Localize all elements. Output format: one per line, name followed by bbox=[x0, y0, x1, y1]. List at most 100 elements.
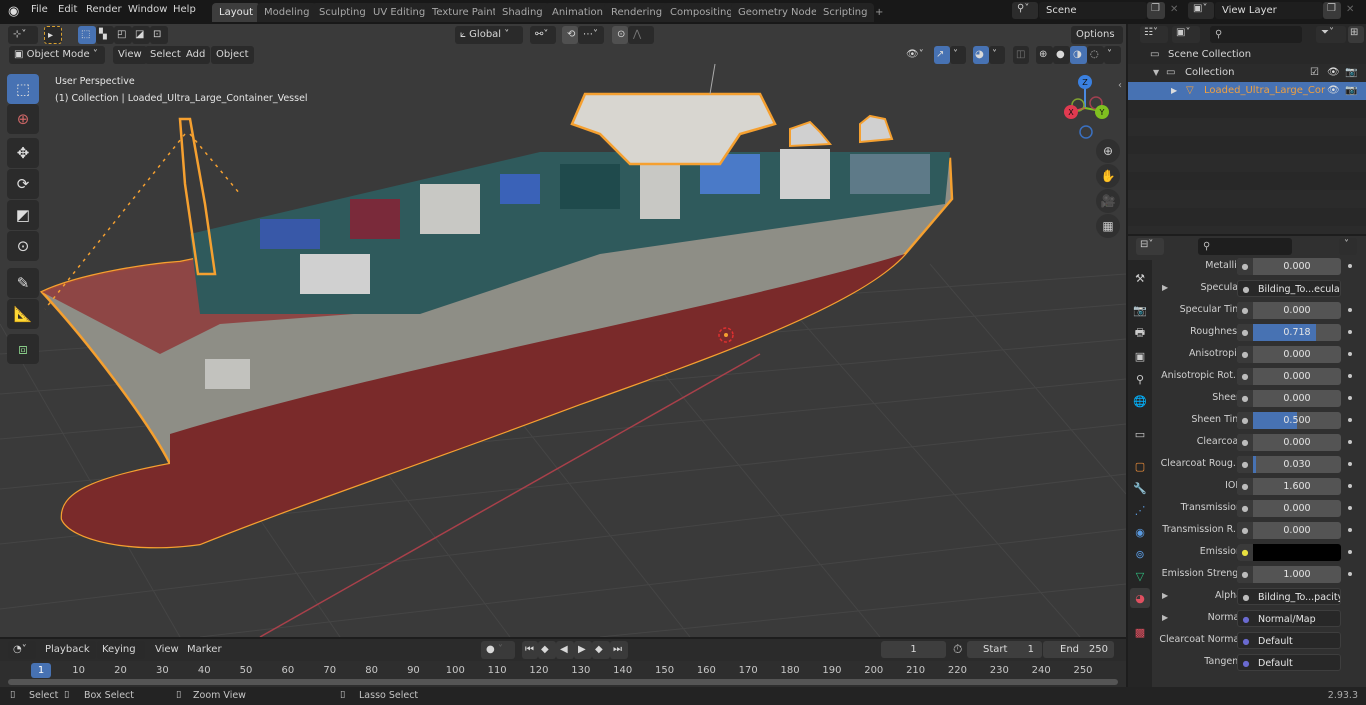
keyframe-dot-icon[interactable] bbox=[1348, 572, 1352, 576]
keyframe-dot-icon[interactable] bbox=[1348, 330, 1352, 334]
color-swatch[interactable]: ● bbox=[1237, 544, 1341, 561]
keyframe-dot-icon[interactable] bbox=[1348, 308, 1352, 312]
proportional-falloff-icon[interactable]: ⋀ bbox=[628, 26, 654, 44]
tab-scripting[interactable]: Scripting bbox=[816, 3, 875, 22]
keyframe-dot-icon[interactable] bbox=[1348, 484, 1352, 488]
shading-dropdown[interactable]: ˅ bbox=[1104, 46, 1121, 64]
tab-animation[interactable]: Animation bbox=[545, 3, 610, 22]
keyframe-dot-icon[interactable] bbox=[1348, 528, 1352, 532]
keyframe-dot-icon[interactable] bbox=[1348, 440, 1352, 444]
outliner-filter-view-icon[interactable]: ▣˅ bbox=[1172, 26, 1200, 43]
new-collection-icon[interactable]: ⊞ bbox=[1348, 26, 1364, 43]
proportional-edit-icon[interactable]: ⊙ bbox=[612, 26, 628, 44]
tool-measure[interactable]: 📐 bbox=[7, 299, 39, 329]
tab-object-icon[interactable]: ▢ bbox=[1130, 456, 1150, 476]
tab-rendering[interactable]: Rendering bbox=[604, 3, 670, 22]
value-slider[interactable]: ● 1.600 bbox=[1237, 478, 1341, 495]
keyframe-dot-icon[interactable] bbox=[1348, 396, 1352, 400]
stopwatch-icon[interactable]: ⏱ bbox=[953, 642, 962, 657]
editor-type-button[interactable]: ⊹˅ bbox=[8, 26, 38, 44]
play-icon[interactable]: ▶ bbox=[574, 641, 592, 659]
select-tool-icon[interactable]: ▸ bbox=[44, 26, 62, 44]
collapse-arrow-icon[interactable]: ▼ bbox=[1153, 64, 1159, 82]
overlay-toggle-icon[interactable]: ◕ bbox=[973, 46, 989, 64]
select-mode-subtract-icon[interactable]: ◰ bbox=[114, 26, 132, 44]
new-view-layer-icon[interactable]: ❐ bbox=[1323, 2, 1341, 19]
tool-add-cube[interactable]: ⧈ bbox=[7, 334, 39, 364]
exclude-checkbox[interactable]: ☑ bbox=[1310, 64, 1319, 82]
view-layer-selector-icon[interactable]: ▣˅ bbox=[1188, 2, 1214, 19]
start-frame-field[interactable]: Start 1 bbox=[967, 641, 1042, 658]
timeline-menu-marker[interactable]: Marker bbox=[182, 641, 227, 659]
value-slider[interactable]: ● 0.000 bbox=[1237, 302, 1341, 319]
menu-render[interactable]: Render bbox=[86, 4, 122, 15]
jump-to-next-keyframe-icon[interactable]: ◆ bbox=[592, 641, 610, 659]
end-frame-field[interactable]: End 250 bbox=[1043, 641, 1114, 658]
tab-material-icon[interactable]: ◕ bbox=[1130, 588, 1150, 608]
outliner-display-mode-icon[interactable]: ☷˅ bbox=[1140, 26, 1168, 43]
navigation-gizmo[interactable]: Z X Y bbox=[1055, 72, 1115, 142]
visibility-eye-icon[interactable]: 👁 bbox=[1327, 64, 1340, 82]
menu-edit[interactable]: Edit bbox=[58, 4, 77, 15]
menu-select[interactable]: Select bbox=[145, 46, 186, 64]
tab-texture-icon[interactable]: ▩ bbox=[1130, 622, 1150, 642]
expand-arrow-icon[interactable]: ▶ bbox=[1162, 591, 1168, 600]
gizmo-toggle-icon[interactable]: ↗ bbox=[934, 46, 950, 64]
timeline-menu-view[interactable]: View bbox=[150, 641, 184, 659]
value-slider[interactable]: ● 0.000 bbox=[1237, 434, 1341, 451]
tab-uv-editing[interactable]: UV Editing bbox=[366, 3, 433, 22]
overlay-dropdown[interactable]: ˅ bbox=[989, 46, 1005, 64]
render-camera-icon[interactable]: 📷 bbox=[1345, 64, 1357, 82]
expand-arrow-icon[interactable]: ▶ bbox=[1162, 283, 1168, 292]
scene-name-field[interactable]: Scene bbox=[1039, 2, 1147, 19]
keyframe-dot-icon[interactable] bbox=[1348, 374, 1352, 378]
tab-render-icon[interactable]: 📷 bbox=[1130, 300, 1150, 320]
gizmo-dropdown[interactable]: ˅ bbox=[950, 46, 966, 64]
value-slider[interactable]: ● 1.000 bbox=[1237, 566, 1341, 583]
object-visibility-eye-icon[interactable]: 👁 bbox=[1327, 82, 1340, 100]
expand-arrow-icon[interactable]: ▶ bbox=[1171, 82, 1177, 100]
tool-select-box[interactable]: ⬚ bbox=[7, 74, 39, 104]
shading-wireframe-icon[interactable]: ⊕ bbox=[1036, 46, 1053, 64]
new-scene-icon[interactable]: ❐ bbox=[1147, 2, 1165, 19]
value-slider[interactable]: ● 0.000 bbox=[1237, 390, 1341, 407]
tool-cursor[interactable]: ⊕ bbox=[7, 104, 39, 134]
properties-options-dropdown[interactable]: ˅ bbox=[1339, 238, 1357, 255]
select-mode-intersect-icon[interactable]: ⊡ bbox=[150, 26, 168, 44]
value-slider[interactable]: ● 0.030 bbox=[1237, 456, 1341, 473]
blender-logo-icon[interactable]: ◉ bbox=[8, 4, 19, 19]
mode-dropdown[interactable]: ▣ Object Mode ˅ bbox=[9, 46, 105, 64]
shading-solid-icon[interactable]: ● bbox=[1053, 46, 1070, 64]
3d-viewport[interactable]: ⊹˅ ▸ ⬚ ▚ ◰ ◪ ⊡ ⟀ Global ˅ ⚯˅ ⟲ ⋯˅ ⊙ ⋀ Op… bbox=[0, 24, 1126, 637]
timeline-scrollbar[interactable] bbox=[8, 679, 1118, 685]
tab-physics-icon[interactable]: ◉ bbox=[1130, 522, 1150, 542]
jump-to-prev-keyframe-icon[interactable]: ◆ bbox=[538, 641, 556, 659]
xray-toggle-icon[interactable]: ◫ bbox=[1013, 46, 1029, 64]
jump-to-end-icon[interactable]: ⏭ bbox=[610, 641, 628, 659]
tool-transform[interactable]: ⊙ bbox=[7, 231, 39, 261]
jump-to-start-icon[interactable]: ⏮ bbox=[522, 641, 538, 659]
tool-annotate[interactable]: ✎ bbox=[7, 268, 39, 298]
tab-texture-paint[interactable]: Texture Paint bbox=[425, 3, 504, 22]
value-slider[interactable]: ● 0.718 bbox=[1237, 324, 1341, 341]
linked-input[interactable]: ● Normal/Map bbox=[1237, 610, 1341, 627]
pan-view-button[interactable]: ✋ bbox=[1096, 164, 1120, 188]
sidebar-toggle-icon[interactable]: ‹ bbox=[1118, 80, 1122, 91]
menu-file[interactable]: File bbox=[31, 4, 48, 15]
tab-collection-icon[interactable]: ▭ bbox=[1130, 424, 1150, 444]
keying-dropdown[interactable]: Keying ˅ bbox=[97, 641, 145, 673]
play-reverse-icon[interactable]: ◀ bbox=[556, 641, 574, 659]
add-workspace-button[interactable]: + bbox=[868, 3, 890, 22]
shading-material-icon[interactable]: ◑ bbox=[1070, 46, 1087, 64]
tab-world-icon[interactable]: 🌐 bbox=[1130, 391, 1150, 411]
linked-input[interactable]: ●Bilding_To...ecular.png bbox=[1237, 280, 1341, 297]
keyframe-dot-icon[interactable] bbox=[1348, 418, 1352, 422]
keyframe-dot-icon[interactable] bbox=[1348, 550, 1352, 554]
value-slider[interactable]: ● 0.000 bbox=[1237, 368, 1341, 385]
linked-input[interactable]: ● Default bbox=[1237, 654, 1341, 671]
delete-scene-icon[interactable]: ✕ bbox=[1170, 4, 1178, 15]
tab-constraints-icon[interactable]: ⊚ bbox=[1130, 544, 1150, 564]
tab-sculpting[interactable]: Sculpting bbox=[312, 3, 373, 22]
object-render-camera-icon[interactable]: 📷 bbox=[1345, 82, 1357, 100]
value-slider[interactable]: ● 0.500 bbox=[1237, 412, 1341, 429]
